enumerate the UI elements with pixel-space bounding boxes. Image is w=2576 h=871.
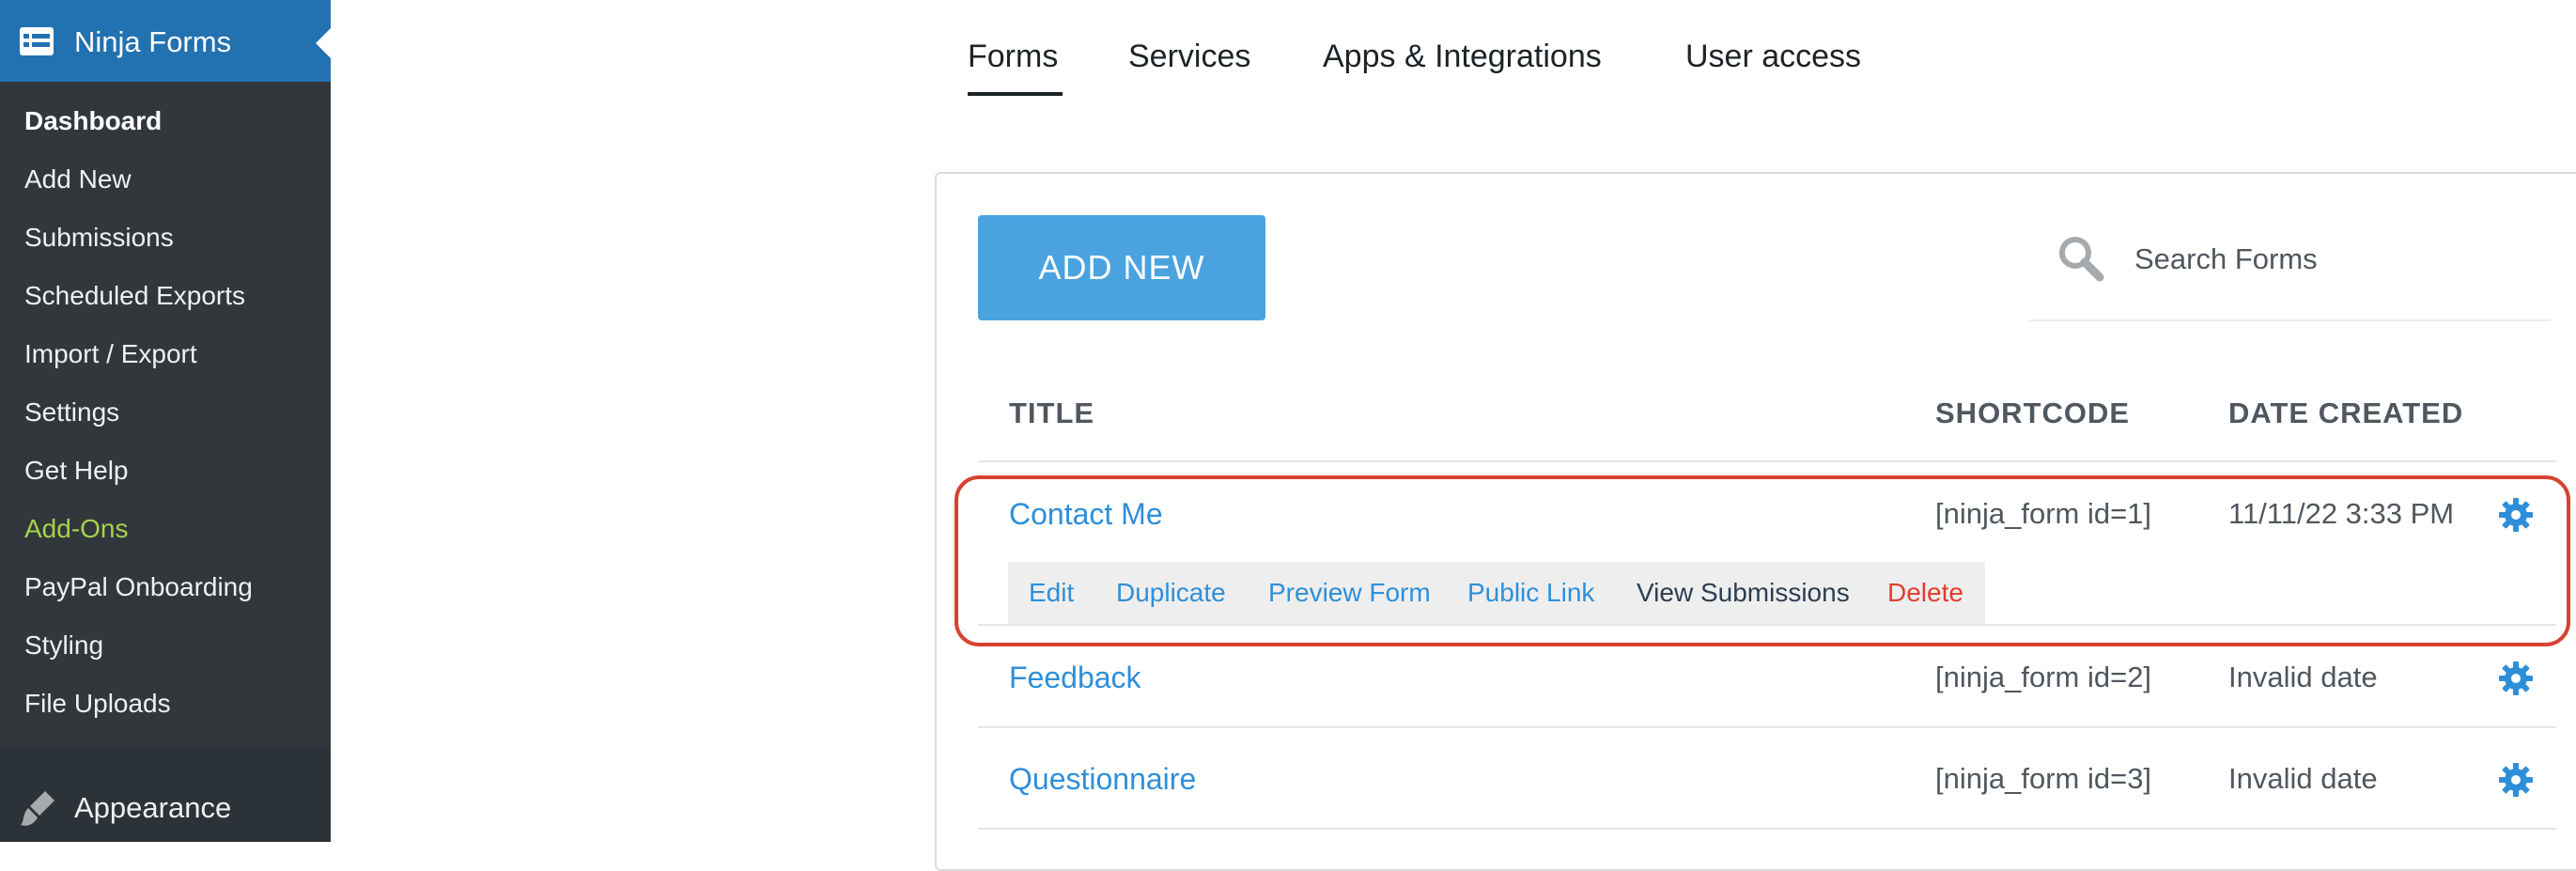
sidebar-item-add-new[interactable]: Add New [24,161,132,198]
sidebar-item-get-help[interactable]: Get Help [24,452,129,490]
header-divider [978,460,2556,462]
tab-user-access[interactable]: User access [1685,36,1861,77]
shortcode-cell: [ninja_form id=3] [1935,762,2152,795]
sidebar-header-label: Ninja Forms [74,25,232,58]
sidebar-appearance-label: Appearance [74,791,232,824]
add-new-button[interactable]: ADD NEW [978,215,1265,320]
sidebar-item-dashboard[interactable]: Dashboard [24,102,162,140]
sidebar-item-paypal-onboarding[interactable]: PayPal Onboarding [24,568,253,606]
sidebar-menu-appearance[interactable]: Appearance [0,780,331,836]
highlight-annotation [954,475,2570,646]
tab-forms[interactable]: Forms [968,36,1058,77]
tab-services[interactable]: Services [1128,36,1250,77]
gear-icon[interactable] [2497,761,2535,799]
date-created-cell: Invalid date [2228,762,2378,795]
search-icon [2059,237,2104,282]
column-header-title[interactable]: TITLE [1009,395,1094,432]
paintbrush-icon [21,791,54,826]
current-menu-arrow [316,28,331,58]
admin-sidebar: Ninja Forms Dashboard Add New Submission… [0,0,331,842]
row-divider [978,726,2556,728]
date-created-cell: Invalid date [2228,661,2378,693]
sidebar-item-import-export[interactable]: Import / Export [24,335,197,373]
form-title-link[interactable]: Questionnaire [1009,760,1196,798]
search-box [2029,216,2551,321]
form-title-link[interactable]: Feedback [1009,659,1141,696]
sidebar-item-file-uploads[interactable]: File Uploads [24,685,171,723]
sidebar-item-add-ons[interactable]: Add-Ons [24,510,129,548]
sidebar-item-scheduled-exports[interactable]: Scheduled Exports [24,277,245,315]
tab-apps-integrations[interactable]: Apps & Integrations [1323,36,1602,77]
gear-icon[interactable] [2497,660,2535,697]
sidebar-item-submissions[interactable]: Submissions [24,219,174,257]
shortcode-cell: [ninja_form id=2] [1935,661,2152,693]
search-forms-input[interactable] [2133,235,2531,284]
sidebar-item-styling[interactable]: Styling [24,627,103,664]
sidebar-menu-ninja-forms[interactable]: Ninja Forms [0,0,331,82]
sidebar-submenu: Dashboard Add New Submissions Scheduled … [0,82,331,747]
active-tab-underline [968,92,1063,96]
row-divider [978,828,2556,830]
sidebar-item-settings[interactable]: Settings [24,394,119,431]
column-header-date-created[interactable]: DATE CREATED [2228,395,2463,432]
column-header-shortcode[interactable]: SHORTCODE [1935,395,2130,432]
ninja-forms-icon [20,27,54,55]
